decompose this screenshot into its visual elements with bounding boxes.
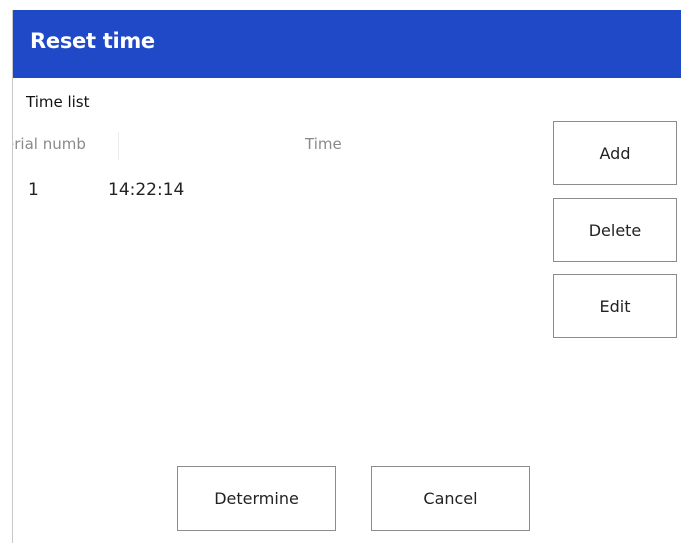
cancel-button[interactable]: Cancel [371, 466, 530, 531]
edit-button[interactable]: Edit [553, 274, 677, 338]
column-header-serial-number[interactable]: erial numb [13, 135, 115, 153]
add-button[interactable]: Add [553, 121, 677, 185]
reset-time-dialog: Reset time Time list erial numb Time 1 1… [12, 10, 681, 543]
cell-time: 14:22:14 [108, 180, 185, 200]
cell-serial: 1 [28, 180, 39, 200]
time-list-label: Time list [26, 93, 90, 111]
column-header-time[interactable]: Time [305, 135, 342, 153]
determine-button[interactable]: Determine [177, 466, 336, 531]
delete-button[interactable]: Delete [553, 198, 677, 262]
table-row[interactable]: 1 14:22:14 [13, 180, 538, 210]
time-list-table[interactable]: erial numb Time 1 14:22:14 [13, 122, 538, 442]
dialog-title: Reset time [30, 29, 155, 53]
column-separator[interactable] [118, 132, 119, 160]
dialog-titlebar: Reset time [13, 10, 681, 78]
